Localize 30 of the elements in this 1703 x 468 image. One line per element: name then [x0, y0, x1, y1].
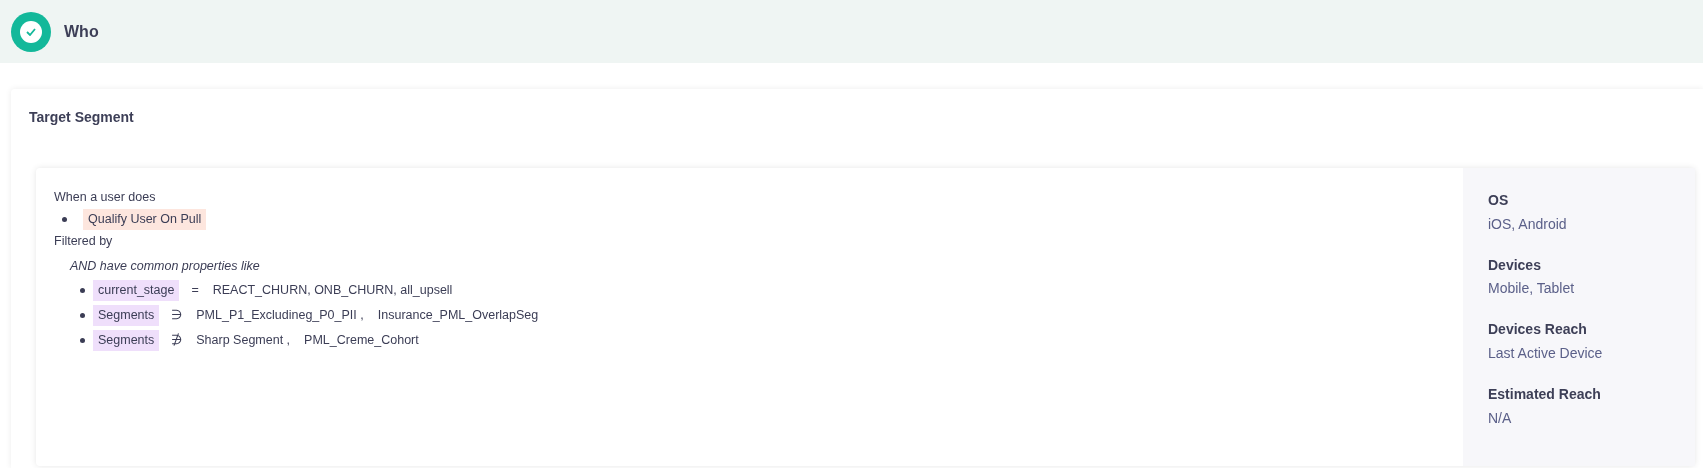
- property-chip: Segments: [93, 305, 160, 326]
- label-text: Filtered by: [54, 234, 114, 249]
- section-title: Target Segment: [29, 108, 135, 127]
- summary-value: N/A: [1488, 409, 1513, 427]
- summary-label: OS: [1488, 192, 1510, 209]
- operator-text: ∌: [171, 333, 183, 348]
- summary-value: Mobile, Tablet: [1488, 280, 1576, 298]
- summary-label: Devices Reach: [1488, 321, 1588, 338]
- label-text: When a user does: [54, 190, 157, 205]
- operator-text: ∋: [171, 308, 183, 323]
- value-text: Insurance_PML_OverlapSeg: [377, 308, 539, 323]
- value-text: Sharp Segment ,: [196, 333, 291, 348]
- bullet-icon: [80, 338, 85, 343]
- summary-value: Last Active Device: [1488, 345, 1604, 362]
- value-text: PML_P1_Excludineg_P0_PII ,: [196, 308, 364, 323]
- operator-text: =: [191, 283, 199, 298]
- value-text: PML_Creme_Cohort: [304, 333, 419, 348]
- value-text: REACT_CHURN, ONB_CHURN, all_upsell: [212, 283, 453, 298]
- check-icon: [26, 27, 36, 36]
- summary-label: Devices: [1488, 256, 1542, 274]
- bullet-icon: [80, 313, 85, 318]
- bullet-icon: [80, 288, 85, 293]
- summary-label: Estimated Reach: [1488, 385, 1602, 403]
- bullet-icon: [62, 217, 67, 222]
- property-chip: current_stage: [93, 280, 180, 301]
- property-chip: Segments: [93, 330, 160, 351]
- step-title: Who: [64, 21, 99, 42]
- summary-value: iOS, Android: [1488, 215, 1568, 233]
- event-chip: Qualify User On Pull: [83, 209, 207, 230]
- label-text: AND have common properties like: [70, 259, 261, 274]
